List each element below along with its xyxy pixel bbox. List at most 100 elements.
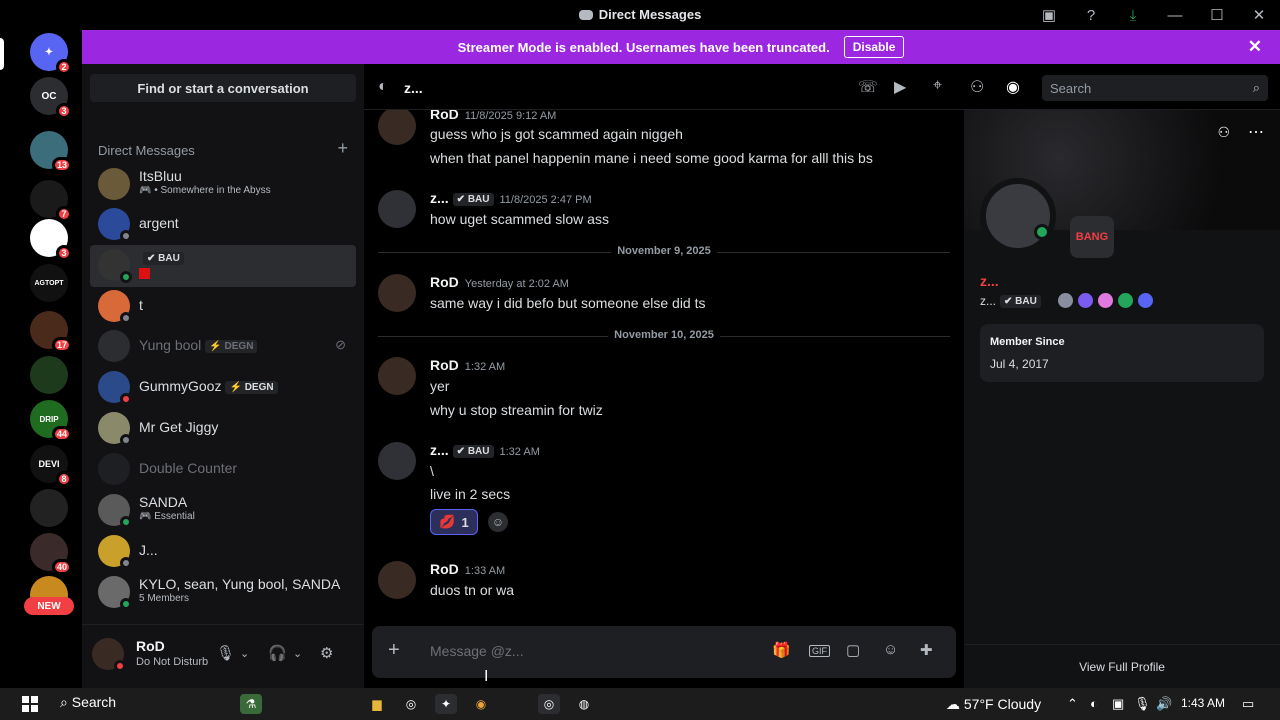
tray-icon[interactable]: ▣ [1112, 696, 1124, 712]
download-icon[interactable]: ⤓ [1112, 0, 1154, 30]
dm-item[interactable]: SANDA 🎮 Essential [90, 490, 356, 530]
server-icon[interactable]: 13 [30, 131, 72, 173]
phone-icon[interactable]: ☏ [858, 77, 878, 97]
avatar [98, 494, 132, 528]
avatar[interactable] [378, 442, 416, 480]
add-reaction-icon[interactable]: ☺ [488, 512, 508, 532]
chrome-icon[interactable]: ◉ [470, 694, 492, 714]
close-icon[interactable]: ✕ [1248, 37, 1262, 57]
app-icon[interactable]: ◍ [573, 694, 595, 714]
dm-item[interactable]: t [90, 286, 356, 326]
windows-start-icon[interactable] [22, 696, 38, 712]
badge-icon[interactable] [1138, 293, 1153, 308]
headphones-icon[interactable]: 🎧 [268, 644, 287, 662]
attach-plus-icon[interactable]: + [388, 639, 400, 662]
tray-icon[interactable]: ◐ [1090, 696, 1098, 711]
nitro-badge-icon[interactable] [1078, 293, 1093, 308]
date-divider: November 10, 2025 [378, 329, 950, 341]
server-icon[interactable]: DRIP 44 [30, 400, 72, 442]
message-composer[interactable]: + Message @z... 🎁 GIF ▢ ☺ ✚ [372, 626, 956, 678]
discord-icon[interactable]: ✦ [435, 694, 457, 714]
steam-icon[interactable]: ◎ [400, 694, 422, 714]
avatar[interactable] [378, 561, 416, 599]
gear-icon[interactable]: ⚙ [320, 644, 333, 662]
server-icon[interactable]: 17 [30, 311, 72, 353]
eye-off-icon[interactable]: ⊘ [335, 337, 346, 353]
add-friend-icon[interactable]: ⚇ [970, 77, 984, 97]
avatar[interactable] [378, 190, 416, 228]
server-icon[interactable]: OC 3 [30, 77, 72, 119]
avatar[interactable] [378, 110, 416, 145]
dm-item[interactable]: Mr Get Jiggy [90, 408, 356, 448]
server-icon[interactable]: 3 [30, 219, 72, 261]
server-icon[interactable]: AGTOPT [30, 264, 68, 302]
dm-item[interactable]: Yung bool ⚡ DEGN ⊘ [90, 326, 356, 366]
minimize-button[interactable]: — [1154, 0, 1196, 30]
reaction-button[interactable]: 💋 1 [430, 509, 478, 535]
app-icon[interactable]: ⚗ [240, 694, 262, 714]
message-author[interactable]: RoD 1:33 AM [430, 561, 505, 577]
dm-item[interactable]: ItsBluu 🎮 • Somewhere in the Abyss [90, 164, 356, 204]
server-icon[interactable] [30, 489, 68, 527]
user-avatar[interactable] [92, 638, 126, 672]
sticker-icon[interactable]: ▢ [846, 641, 860, 659]
server-icon[interactable]: 7 [30, 180, 72, 222]
new-badge[interactable]: NEW [24, 597, 74, 615]
microphone-icon[interactable]: 🎙 [1134, 696, 1151, 712]
chevron-down-icon[interactable]: ⌄ [293, 647, 302, 660]
message-author[interactable]: RoD 11/8/2025 9:12 AM [430, 110, 556, 122]
dm-item[interactable]: J... [90, 531, 356, 571]
microphone-icon[interactable]: 🎙 [216, 644, 235, 662]
discord-icon [578, 10, 593, 20]
avatar[interactable] [378, 274, 416, 312]
file-explorer-icon[interactable]: ▆ [366, 694, 388, 714]
avatar [98, 576, 132, 610]
badge-icon[interactable] [1118, 293, 1133, 308]
find-conversation-button[interactable]: Find or start a conversation [90, 74, 356, 102]
volume-icon[interactable]: 🔊 [1156, 696, 1172, 712]
message-author[interactable]: z... ✔ BAU 1:32 AM [430, 442, 540, 458]
view-full-profile-button[interactable]: View Full Profile [964, 644, 1280, 688]
add-friend-icon[interactable]: ⚇ [1217, 124, 1230, 141]
more-icon[interactable]: ⋯ [1248, 122, 1264, 142]
message-author[interactable]: z... ✔ BAU 11/8/2025 2:47 PM [430, 190, 592, 206]
add-dm-icon[interactable]: + [337, 138, 348, 159]
server-icon[interactable] [30, 356, 68, 394]
badge-icon[interactable] [1058, 293, 1073, 308]
notification-icon[interactable]: ▭ [1242, 696, 1254, 712]
message-input[interactable]: Message @z... [430, 643, 524, 659]
search-input[interactable]: Search ⌕ [1042, 75, 1268, 101]
pin-icon[interactable]: ⌖ [933, 77, 942, 95]
dm-item[interactable]: KYLO, sean, Yung bool, SANDA 5 Members [90, 572, 356, 612]
server-icon[interactable]: DEVI 8 [30, 445, 72, 487]
message-author[interactable]: RoD Yesterday at 2:02 AM [430, 274, 569, 290]
text-cursor-icon: I [484, 668, 489, 685]
dm-item[interactable]: Double Counter [90, 449, 356, 489]
clock[interactable]: 1:43 AM [1181, 696, 1225, 710]
user-profile-icon[interactable]: ◉ [1006, 77, 1020, 97]
chevron-down-icon[interactable]: ⌄ [240, 647, 249, 660]
message-author[interactable]: RoD 1:32 AM [430, 357, 505, 373]
steam-icon[interactable]: ◎ [538, 694, 560, 714]
maximize-button[interactable]: ☐ [1196, 0, 1238, 30]
apps-icon[interactable]: ✚ [920, 641, 933, 659]
screen-share-icon[interactable]: ▣ [1028, 0, 1070, 30]
close-button[interactable]: ✕ [1238, 0, 1280, 30]
boost-badge-icon[interactable] [1098, 293, 1113, 308]
taskbar-search[interactable]: ⌕ Search [60, 694, 116, 711]
dm-item[interactable]: argent [90, 204, 356, 244]
dm-item-selected[interactable]: ✔ BAU [90, 245, 356, 287]
gif-icon[interactable]: GIF [809, 645, 830, 657]
weather-widget[interactable]: ☁ 57°F Cloudy [946, 696, 1041, 713]
gift-icon[interactable]: 🎁 [772, 641, 791, 659]
help-icon[interactable]: ? [1070, 0, 1112, 30]
discord-home-button[interactable]: ✦ 2 [30, 33, 72, 75]
dm-item[interactable]: GummyGooz ⚡ DEGN [90, 367, 356, 407]
emoji-icon[interactable]: ☺ [883, 641, 898, 658]
video-icon[interactable]: ▶ [894, 77, 906, 97]
avatar[interactable] [378, 357, 416, 395]
profile-avatar[interactable] [980, 178, 1056, 254]
chevron-up-icon[interactable]: ⌃ [1067, 696, 1078, 712]
disable-button[interactable]: Disable [843, 36, 905, 58]
server-icon[interactable]: 40 [30, 533, 72, 575]
